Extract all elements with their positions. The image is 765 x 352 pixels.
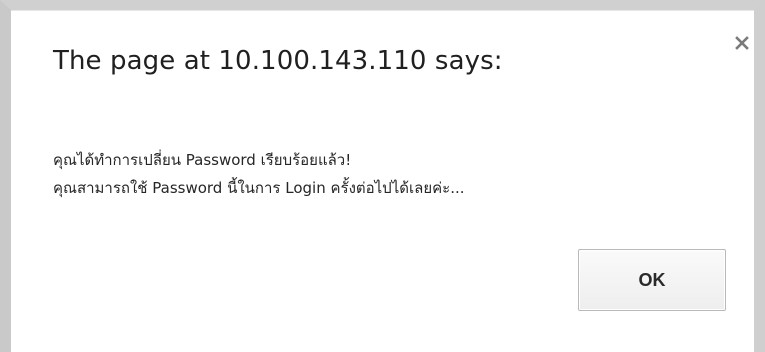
dialog-message: คุณได้ทำการเปลี่ยน Password เรียบร้อยแล้… — [53, 146, 733, 202]
alert-dialog: The page at 10.100.143.110 says: คุณได้ท… — [0, 0, 765, 352]
dialog-title: The page at 10.100.143.110 says: — [53, 46, 503, 76]
message-line: คุณได้ทำการเปลี่ยน Password เรียบร้อยแล้… — [53, 151, 352, 169]
close-icon — [729, 30, 755, 56]
ok-button[interactable]: OK — [578, 249, 726, 311]
close-button[interactable] — [729, 30, 755, 56]
message-line: คุณสามารถใช้ Password นี้ในการ Login ครั… — [53, 179, 465, 197]
